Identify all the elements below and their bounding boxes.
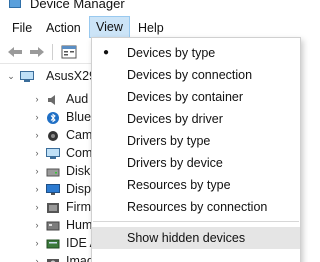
menu-item-devices-by-driver[interactable]: Devices by driver: [92, 108, 300, 130]
tree-item-label: Disk: [66, 164, 91, 178]
tree-item-label: Com: [66, 146, 93, 160]
menu-separator: [93, 221, 299, 222]
menu-bar: File Action View Help: [0, 16, 297, 39]
menu-file[interactable]: File: [6, 17, 38, 39]
menu-help[interactable]: Help: [132, 17, 170, 39]
tree-item-label: Hum: [66, 218, 93, 232]
computer-icon: [46, 147, 60, 159]
ide-controller-icon: [46, 237, 60, 249]
menu-item-devices-by-container[interactable]: Devices by container: [92, 86, 300, 108]
chevron-right-icon[interactable]: ›: [32, 234, 42, 252]
tree-item[interactable]: › Blue: [32, 108, 92, 126]
disk-drive-icon: [46, 165, 60, 177]
camera-icon: [46, 129, 60, 141]
tree-item-label: Blue: [66, 110, 92, 124]
chevron-right-icon[interactable]: ›: [32, 90, 42, 108]
device-manager-icon: [9, 0, 21, 8]
chevron-right-icon[interactable]: ›: [32, 216, 42, 234]
tree-item-label: Disp: [66, 182, 92, 196]
tree-item[interactable]: › Aud: [32, 90, 92, 108]
tree-item-label: Aud: [66, 92, 89, 106]
chevron-right-icon[interactable]: ›: [32, 144, 42, 162]
imaging-device-icon: [46, 255, 60, 262]
bluetooth-icon: [46, 111, 60, 124]
menu-item-resources-by-type[interactable]: Resources by type: [92, 174, 300, 196]
back-arrow-icon[interactable]: [6, 44, 24, 60]
toolbar-separator: [52, 44, 53, 60]
radio-bullet-icon: ●: [102, 47, 110, 58]
tree-item[interactable]: › Disk: [32, 162, 92, 180]
firmware-icon: [46, 201, 60, 213]
tree-item[interactable]: › IDE A: [32, 234, 98, 252]
chevron-right-icon[interactable]: ›: [32, 198, 42, 216]
menu-item-show-hidden-devices[interactable]: Show hidden devices: [92, 227, 300, 249]
tree-root[interactable]: ⌄ AsusX29: [6, 67, 96, 85]
chevron-right-icon[interactable]: ›: [32, 126, 42, 144]
speaker-icon: [46, 93, 60, 105]
tree-item-label: Imag: [66, 254, 94, 262]
menu-view[interactable]: View: [89, 16, 130, 38]
tree-item[interactable]: › Imag: [32, 252, 94, 262]
tree-item[interactable]: › Disp: [32, 180, 92, 198]
tree-item[interactable]: › Hum: [32, 216, 93, 234]
menu-item-drivers-by-type[interactable]: Drivers by type: [92, 130, 300, 152]
forward-arrow-icon[interactable]: [28, 44, 46, 60]
chevron-right-icon[interactable]: ›: [32, 180, 42, 198]
title-bar: Device Manager: [0, 0, 297, 14]
tree-item[interactable]: › Com: [32, 144, 93, 162]
tree-root-label: AsusX29: [46, 69, 97, 83]
properties-icon[interactable]: [60, 44, 78, 60]
menu-item-devices-by-type[interactable]: ● Devices by type: [92, 42, 300, 64]
chevron-right-icon[interactable]: ›: [32, 252, 42, 262]
tree-item-label: Firm: [66, 200, 91, 214]
human-interface-icon: [46, 219, 60, 231]
tree-item[interactable]: › Cam: [32, 126, 93, 144]
chevron-right-icon[interactable]: ›: [32, 108, 42, 126]
menu-item-devices-by-connection[interactable]: Devices by connection: [92, 64, 300, 86]
chevron-right-icon[interactable]: ›: [32, 162, 42, 180]
tree-item-label: Cam: [66, 128, 93, 142]
view-menu-dropdown: ● Devices by type Devices by connection …: [91, 37, 301, 262]
chevron-down-icon[interactable]: ⌄: [6, 67, 16, 85]
tree-item[interactable]: › Firm: [32, 198, 92, 216]
computer-icon: [20, 70, 34, 82]
window-title: Device Manager: [30, 0, 125, 11]
menu-item-resources-by-connection[interactable]: Resources by connection: [92, 196, 300, 218]
menu-action[interactable]: Action: [40, 17, 87, 39]
menu-item-drivers-by-device[interactable]: Drivers by device: [92, 152, 300, 174]
display-icon: [46, 183, 60, 195]
